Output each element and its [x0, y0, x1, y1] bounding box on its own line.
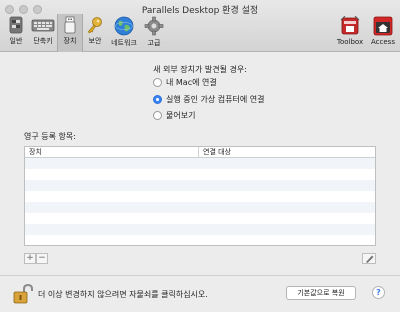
permanent-devices-table[interactable]: 장치 연결 대상 [24, 146, 376, 246]
table-row [25, 191, 375, 202]
toolbox-label: Toolbox [336, 38, 364, 46]
tab-devices-label: 장치 [63, 37, 77, 45]
keyboard-icon [31, 19, 55, 32]
option-label: 실행 중인 가상 컴퓨터에 연결 [166, 95, 265, 104]
tab-advanced[interactable]: 고급 [143, 14, 165, 52]
table-row [25, 180, 375, 191]
table-row [25, 169, 375, 180]
lock-open-icon [13, 283, 33, 304]
lock-button[interactable] [13, 283, 33, 306]
tab-network-label: 네트워크 [111, 39, 137, 47]
access-button[interactable]: Access [368, 14, 398, 52]
column-device[interactable]: 장치 [25, 147, 199, 157]
remove-device-button[interactable]: − [36, 253, 48, 264]
option-label: 내 Mac에 연결 [166, 78, 217, 87]
help-button[interactable]: ? [372, 286, 385, 299]
toolbox-button[interactable]: Toolbox [334, 14, 366, 52]
tab-devices[interactable]: 장치 [57, 14, 83, 52]
switch-icon [9, 16, 23, 34]
tab-security[interactable]: 보안 [84, 14, 106, 52]
new-device-heading: 새 외부 장치가 발견될 경우: [153, 65, 247, 74]
access-label: Access [371, 38, 395, 46]
globe-icon [114, 16, 134, 36]
tab-security-label: 보안 [88, 37, 102, 45]
option-label: 물어보기 [166, 111, 196, 120]
tab-shortcuts-label: 단축키 [33, 37, 53, 45]
preferences-window: Parallels Desktop 환경 설정 일반 단축키 장치 보안 네트워… [0, 0, 400, 312]
table-button-bar: + − [24, 253, 48, 264]
table-row [25, 213, 375, 224]
option-connect-mac[interactable]: 내 Mac에 연결 [153, 77, 217, 88]
tab-advanced-label: 고급 [147, 39, 161, 47]
edit-device-button[interactable] [362, 253, 376, 264]
table-body [25, 158, 375, 245]
radio-button[interactable] [153, 111, 162, 120]
usb-icon [64, 16, 76, 34]
footer-divider [0, 275, 400, 276]
tab-shortcuts[interactable]: 단축키 [30, 14, 56, 52]
table-row [25, 235, 375, 245]
gear-icon [144, 16, 164, 36]
toolbar: Parallels Desktop 환경 설정 일반 단축키 장치 보안 네트워… [0, 0, 400, 52]
radio-button[interactable] [153, 78, 162, 87]
table-row [25, 158, 375, 169]
lock-instruction-text: 더 이상 변경하지 않으려면 자물쇠를 클릭하십시오. [38, 290, 208, 299]
pencil-icon [366, 255, 374, 263]
restore-defaults-button[interactable]: 기본값으로 복원 [286, 286, 356, 300]
toolbox-icon [340, 16, 360, 35]
table-header: 장치 연결 대상 [25, 147, 375, 158]
table-row [25, 202, 375, 213]
option-connect-vm[interactable]: 실행 중인 가상 컴퓨터에 연결 [153, 94, 265, 105]
radio-button-selected[interactable] [153, 95, 162, 104]
access-icon [373, 16, 393, 36]
table-row [25, 224, 375, 235]
add-device-button[interactable]: + [24, 253, 36, 264]
tab-general[interactable]: 일반 [4, 14, 28, 52]
tab-general-label: 일반 [9, 37, 23, 45]
column-connect-to[interactable]: 연결 대상 [199, 147, 231, 157]
key-icon [87, 17, 102, 34]
tab-network[interactable]: 네트워크 [108, 14, 140, 52]
option-ask[interactable]: 물어보기 [153, 110, 195, 121]
permanent-assignments-label: 영구 등록 항목: [24, 132, 76, 141]
